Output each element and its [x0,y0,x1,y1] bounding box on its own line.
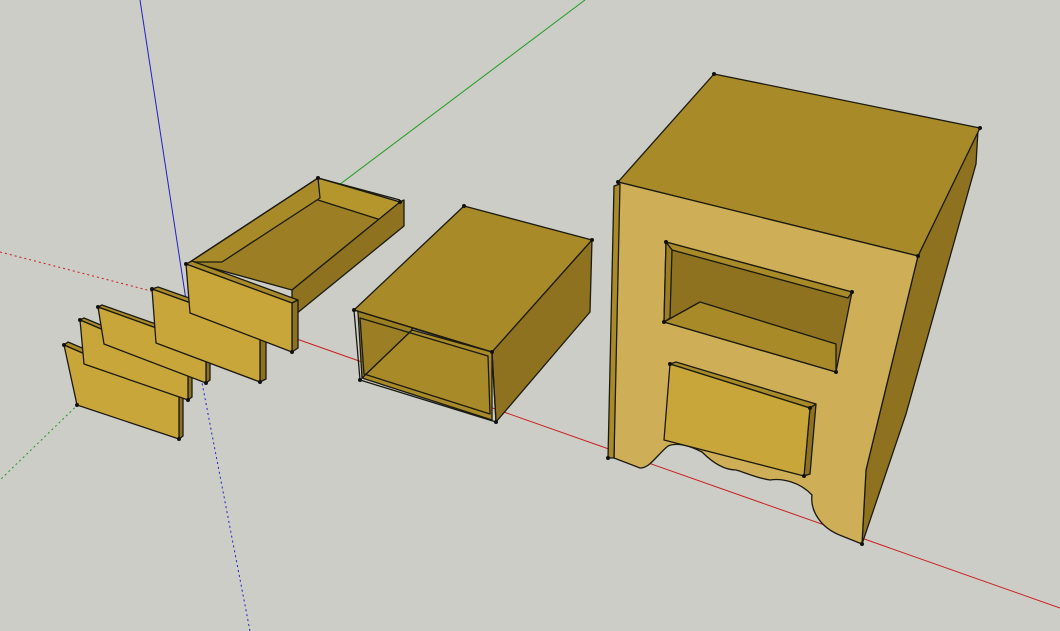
sketchup-3d-viewport[interactable] [0,0,1060,631]
model-canvas[interactable] [0,0,1060,631]
blue-axis-positive [139,0,187,301]
shelf-opening-left-inner [663,241,673,323]
drawer-front-side [291,299,299,353]
